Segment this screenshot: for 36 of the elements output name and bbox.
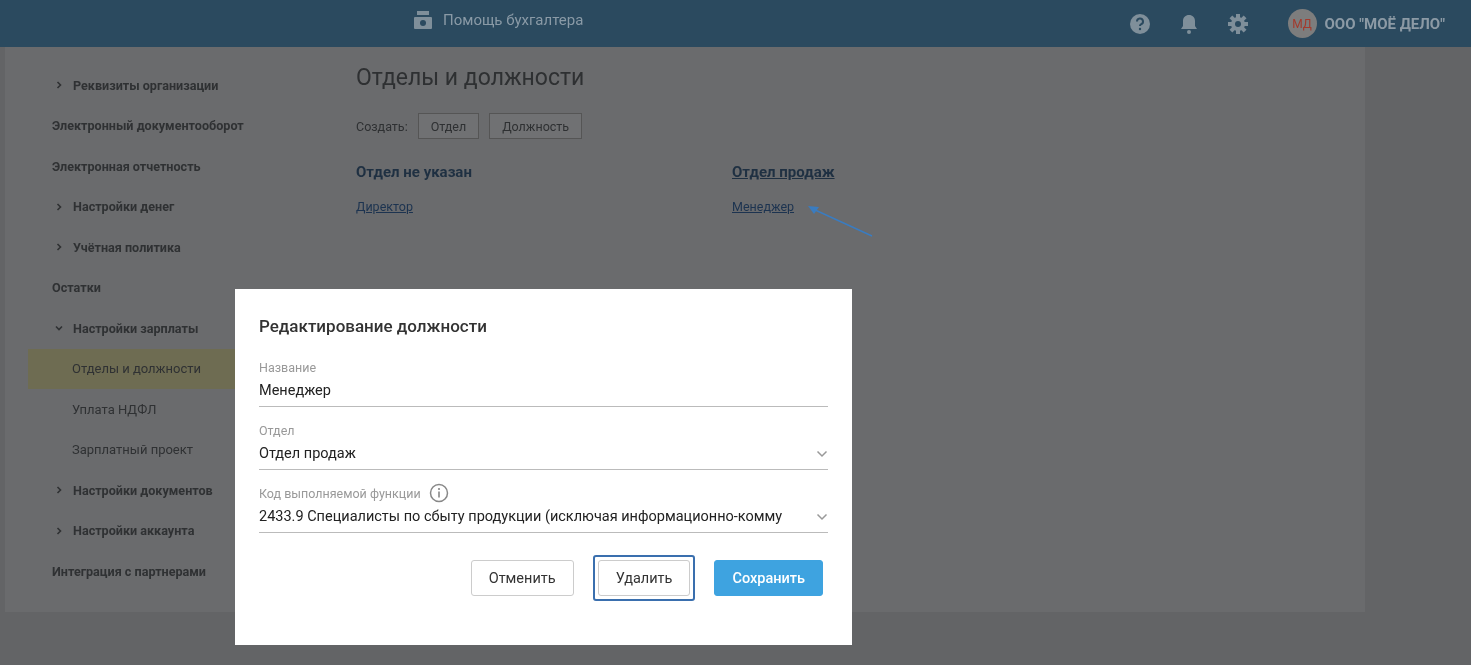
arrow-drawing — [807, 205, 873, 237]
select-field[interactable]: 2433.9 Специалисты по сбыту продукции (исключая информационно-комму — [259, 502, 828, 533]
caret-icon — [816, 449, 828, 458]
field-label: Код выполняемой функции — [259, 485, 421, 501]
user-avatar[interactable]: МД — [1287, 9, 1317, 38]
sidebar-item[interactable]: Электронная отчетность — [28, 146, 242, 187]
cash-register-icon[interactable] — [413, 10, 433, 30]
department-link[interactable]: Отдел продаж — [732, 163, 1108, 181]
caret-icon — [816, 512, 828, 521]
sidebar-item[interactable]: Реквизиты организации — [28, 65, 242, 106]
help-icon[interactable] — [1129, 13, 1150, 34]
field-label: Отдел — [259, 422, 295, 438]
info-icon[interactable] — [428, 483, 449, 503]
position-link[interactable]: Директор — [356, 199, 732, 214]
header-title[interactable]: Помощь бухгалтера — [443, 11, 584, 29]
create-label: Создать: — [356, 118, 408, 134]
name-field[interactable]: Менеджер — [259, 376, 828, 407]
field-label: Название — [259, 359, 317, 375]
dialog-button[interactable]: Удалить — [597, 560, 691, 596]
sidebar-item[interactable]: Настройки документов — [28, 470, 242, 511]
select-field[interactable]: Отдел продаж — [259, 439, 828, 470]
position-link[interactable]: Менеджер — [732, 199, 1108, 214]
sidebar-item[interactable]: Настройки денег — [28, 186, 242, 227]
sidebar-item[interactable]: Учётная политика — [28, 227, 242, 268]
sidebar-item[interactable]: Настройки зарплаты — [28, 308, 242, 349]
dialog-button[interactable]: Сохранить — [714, 560, 823, 596]
create-button[interactable]: Отдел — [417, 113, 480, 139]
dialog-button[interactable]: Отменить — [470, 560, 574, 596]
bell-icon[interactable] — [1179, 13, 1198, 34]
organization-name[interactable]: ООО "МОЁ ДЕЛО" — [1324, 14, 1445, 33]
sidebar-item[interactable]: Электронный документооборот — [28, 105, 242, 146]
dialog-title: Редактирование должности — [259, 316, 488, 336]
sidebar-item[interactable]: Настройки аккаунта — [28, 510, 242, 551]
create-button[interactable]: Должность — [489, 113, 583, 139]
department-heading: Отдел не указан — [356, 163, 473, 181]
page-title: Отделы и должности — [356, 64, 586, 91]
